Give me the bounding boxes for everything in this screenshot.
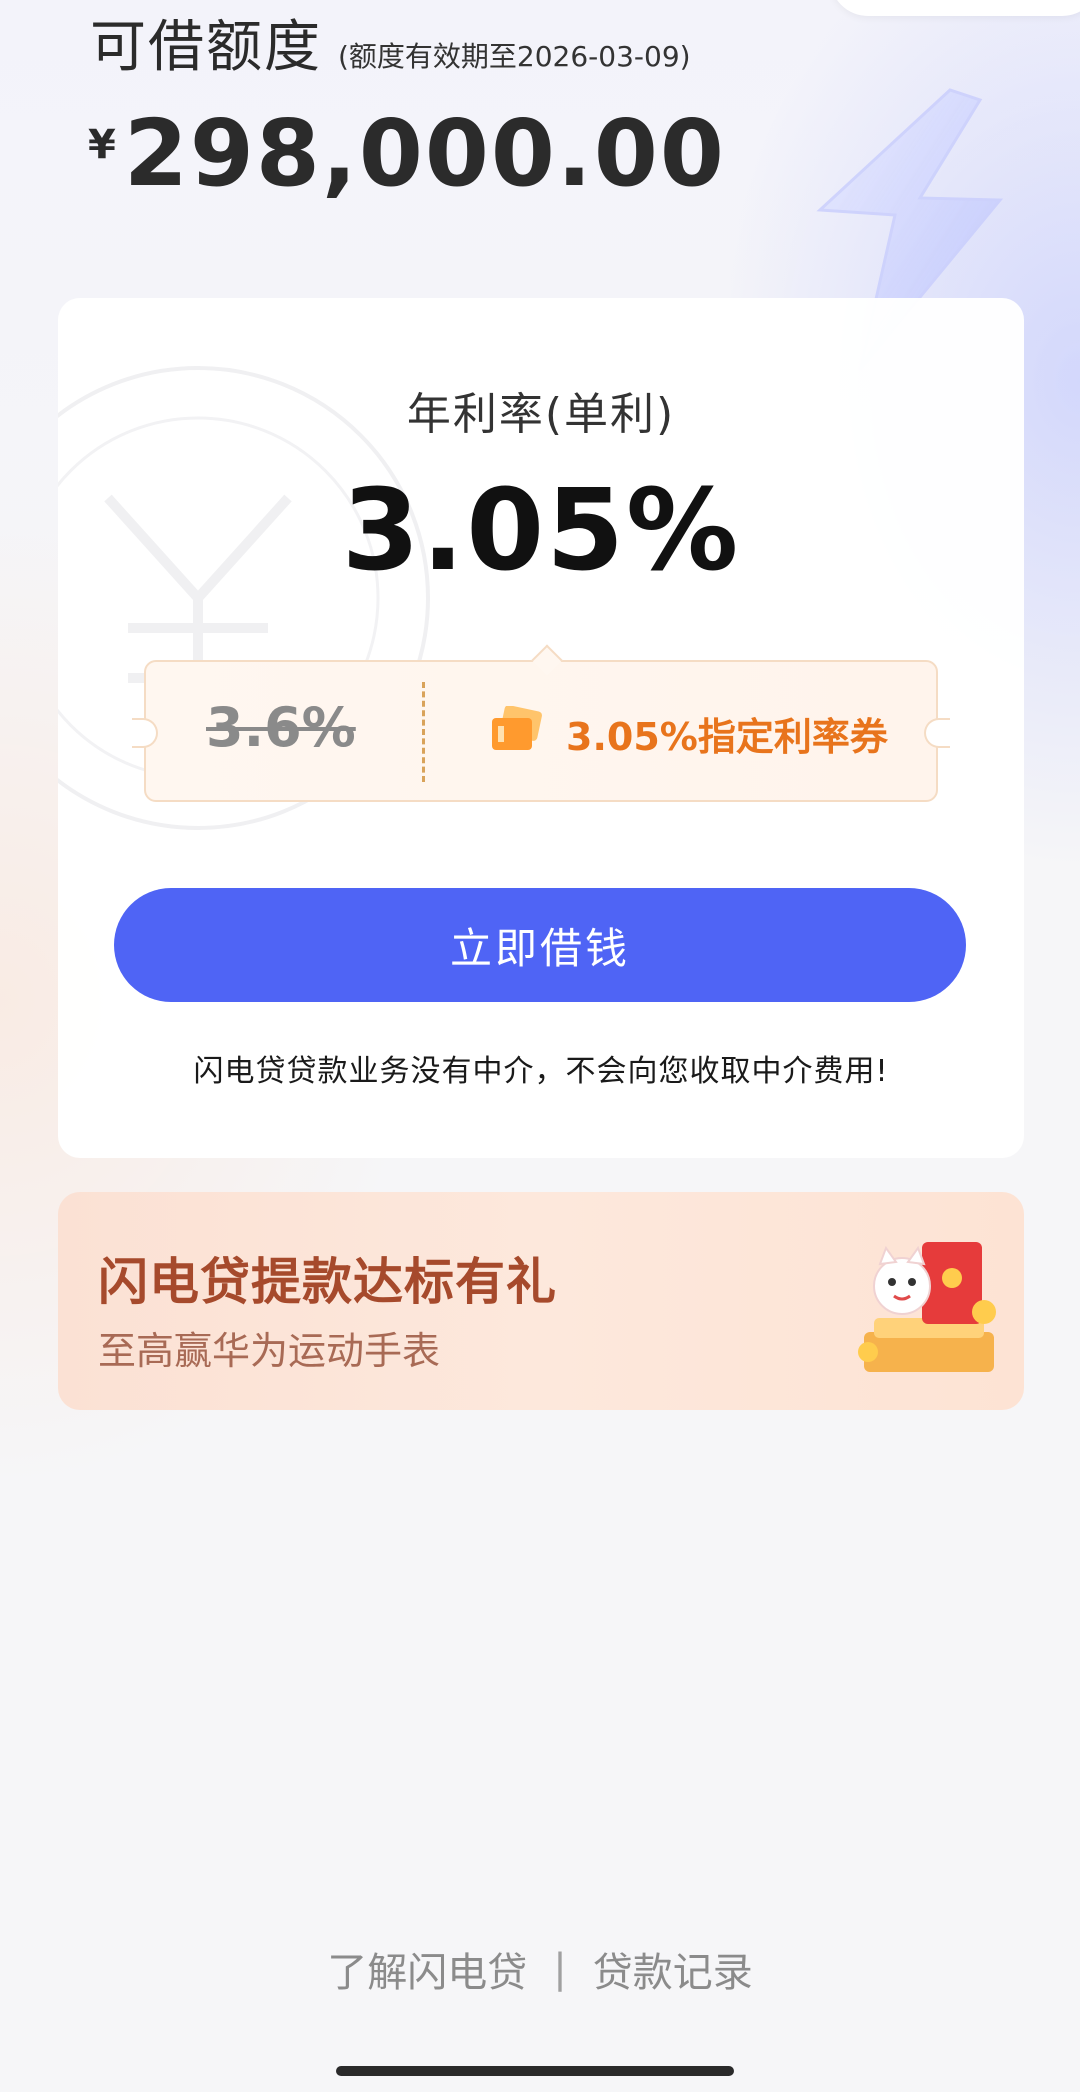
coupon-pointer — [531, 644, 563, 676]
promo-subtitle: 至高赢华为运动手表 — [98, 1329, 441, 1373]
annual-rate-label: 年利率(单利) — [406, 389, 676, 440]
footer-links: 了解闪电贷 | 贷款记录 — [0, 1940, 1080, 1998]
amount-value: 298,000.00 — [123, 100, 726, 207]
ticket-icon — [492, 706, 542, 750]
footer-separator: | — [553, 1946, 567, 1992]
credit-title-label: 可借额度 — [90, 15, 322, 80]
lucky-cat-gift-icon — [858, 1242, 996, 1372]
coupon-notch-right — [924, 718, 950, 748]
about-link[interactable]: 了解闪电贷 — [327, 1940, 527, 1998]
page: 可借额度 (额度有效期至2026-03-09) ¥ 298,000.00 年利率… — [0, 0, 1080, 2092]
coupon-notch-left — [132, 718, 158, 748]
credit-validity: (额度有效期至2026-03-09) — [338, 40, 691, 73]
credit-title: 可借额度 (额度有效期至2026-03-09) — [90, 2, 691, 80]
borrow-now-button[interactable]: 立即借钱 — [114, 888, 966, 1002]
promo-title: 闪电贷提款达标有礼 — [98, 1253, 557, 1311]
credit-amount: ¥ 298,000.00 — [88, 108, 726, 200]
coupon-divider — [422, 682, 425, 782]
loan-records-link[interactable]: 贷款记录 — [593, 1940, 753, 1998]
original-rate: 3.6% — [206, 696, 356, 759]
coupon-label: 3.05%指定利率券 — [566, 715, 888, 759]
rate-coupon[interactable]: 3.6% 3.05%指定利率券 — [132, 644, 950, 802]
home-indicator[interactable] — [336, 2066, 734, 2076]
no-intermediary-notice: 闪电贷贷款业务没有中介，不会向您收取中介费用! — [193, 1054, 889, 1089]
rate-card: 年利率(单利) 3.05% 3.6% 3.05%指定利率券 立即借钱 闪电贷贷款… — [58, 298, 1024, 1158]
currency-symbol: ¥ — [88, 122, 116, 168]
annual-rate-value: 3.05% — [341, 466, 741, 596]
top-pill — [830, 0, 1080, 16]
promo-banner[interactable]: 闪电贷提款达标有礼 至高赢华为运动手表 — [58, 1192, 1024, 1410]
